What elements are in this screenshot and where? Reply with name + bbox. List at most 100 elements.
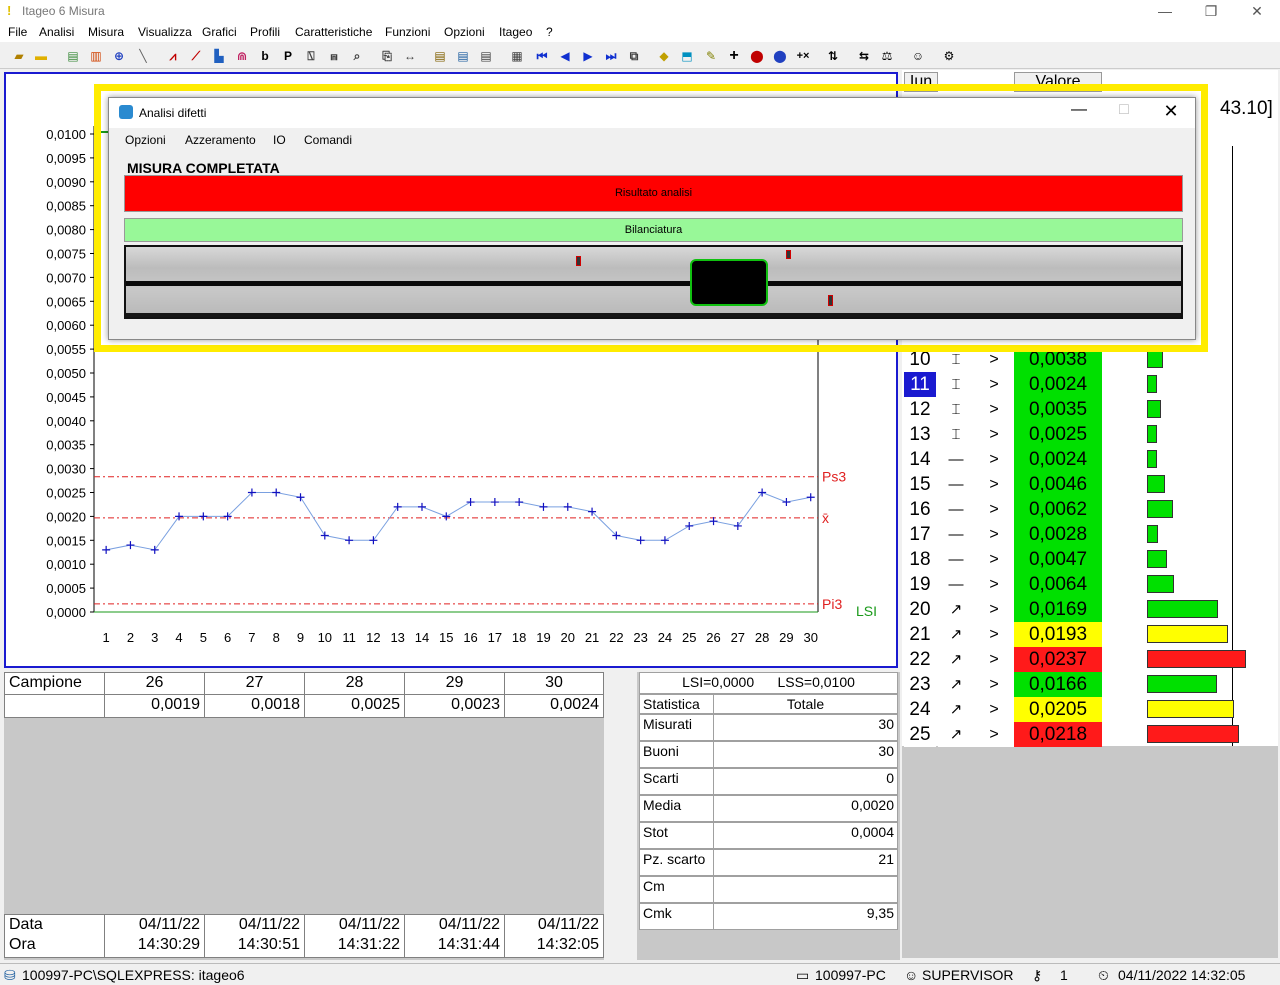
distribution-icon[interactable]: ⋒ (233, 47, 251, 65)
open-icon[interactable]: ▰ (10, 47, 28, 65)
resize-icon[interactable]: ↔ (401, 47, 419, 65)
row-index[interactable]: 18 (904, 547, 936, 572)
trend-icon[interactable]: ⩘ (164, 47, 182, 65)
folder-icon[interactable]: ▬ (32, 47, 50, 65)
copy-icon[interactable]: ⎘ (378, 47, 396, 65)
row-value[interactable]: 0,0237 (1014, 647, 1102, 672)
defect-scan-image[interactable] (124, 245, 1183, 319)
b-icon[interactable]: b (256, 47, 274, 65)
row-type-symbol[interactable]: ↗ (938, 722, 974, 747)
row-type-symbol[interactable]: — (938, 447, 974, 472)
window-icon[interactable]: ⧉ (625, 47, 643, 65)
row-comparison[interactable]: > (974, 472, 1014, 497)
line-icon[interactable]: ╲ (134, 47, 152, 65)
p-icon[interactable]: P (279, 47, 297, 65)
row-comparison[interactable]: > (974, 572, 1014, 597)
prev-icon[interactable]: ◀ (556, 47, 574, 65)
balance-icon[interactable]: ⚖ (878, 47, 896, 65)
first-icon[interactable]: ⏮ (533, 47, 551, 65)
row-index[interactable]: 20 (904, 597, 936, 622)
note2-icon[interactable]: ▤ (454, 47, 472, 65)
row-type-symbol[interactable]: ↗ (938, 697, 974, 722)
sample-value[interactable]: 0,0024 (504, 694, 604, 718)
export-icon[interactable]: ⬒ (678, 47, 696, 65)
next-icon[interactable]: ▶ (579, 47, 597, 65)
menu-grafici[interactable]: Grafici (202, 25, 237, 39)
row-type-symbol[interactable]: — (938, 572, 974, 597)
defect-marker[interactable] (828, 295, 833, 306)
row-comparison[interactable]: > (974, 622, 1014, 647)
row-comparison[interactable]: > (974, 397, 1014, 422)
row-index[interactable]: 24 (904, 697, 936, 722)
row-comparison[interactable]: > (974, 497, 1014, 522)
dialog-menu-io[interactable]: IO (273, 133, 286, 147)
dialog-menu-azzeramento[interactable]: Azzeramento (185, 133, 256, 147)
dialog-minimize-button[interactable]: — (1064, 101, 1094, 119)
row-type-symbol[interactable]: ⌶ (938, 422, 974, 447)
row-value[interactable]: 0,0169 (1014, 597, 1102, 622)
scale-icon[interactable]: ⇆ (855, 47, 873, 65)
row-value[interactable]: 0,0046 (1014, 472, 1102, 497)
row-type-symbol[interactable]: ↗ (938, 672, 974, 697)
row-index[interactable]: 21 (904, 622, 936, 647)
menu-funzioni[interactable]: Funzioni (385, 25, 430, 39)
row-index[interactable]: 13 (904, 422, 936, 447)
minimize-button[interactable]: — (1142, 0, 1188, 22)
row-value[interactable]: 0,0062 (1014, 497, 1102, 522)
row-value[interactable]: 0,0064 (1014, 572, 1102, 597)
last-icon[interactable]: ⏭ (602, 47, 620, 65)
row-value[interactable]: 0,0218 (1014, 722, 1102, 747)
row-index[interactable]: 12 (904, 397, 936, 422)
note3-icon[interactable]: ▤ (477, 47, 495, 65)
row-index[interactable]: 17 (904, 522, 936, 547)
chart4-icon[interactable]: ⩎ (325, 47, 343, 65)
row-index[interactable]: 25 (904, 722, 936, 747)
sample-value[interactable]: 0,0023 (404, 694, 505, 718)
row-index[interactable]: 14 (904, 447, 936, 472)
row-index[interactable]: 11 (904, 372, 936, 397)
row-index[interactable]: 16 (904, 497, 936, 522)
row-comparison[interactable]: > (974, 522, 1014, 547)
row-value[interactable]: 0,0024 (1014, 372, 1102, 397)
row-comparison[interactable]: > (974, 422, 1014, 447)
defect-marker-large[interactable] (690, 259, 768, 306)
histogram-icon[interactable]: ▙ (210, 47, 228, 65)
row-value[interactable]: 0,0035 (1014, 397, 1102, 422)
menu-opzioni[interactable]: Opzioni (444, 25, 485, 39)
row-value[interactable]: 0,0025 (1014, 422, 1102, 447)
row-comparison[interactable]: > (974, 547, 1014, 572)
row-type-symbol[interactable]: — (938, 497, 974, 522)
menu-file[interactable]: File (8, 25, 27, 39)
row-comparison[interactable]: > (974, 447, 1014, 472)
row-index[interactable]: 22 (904, 647, 936, 672)
row-index[interactable]: 15 (904, 472, 936, 497)
row-comparison[interactable]: > (974, 697, 1014, 722)
dialog-menu-opzioni[interactable]: Opzioni (125, 133, 166, 147)
row-index[interactable]: 23 (904, 672, 936, 697)
row-value[interactable]: 0,0028 (1014, 522, 1102, 547)
settings-icon[interactable]: ⚙ (940, 47, 958, 65)
chart5-icon[interactable]: ⌕ (348, 47, 366, 65)
row-comparison[interactable]: > (974, 372, 1014, 397)
sort-icon[interactable]: ⇅ (824, 47, 842, 65)
maximize-button[interactable]: ❐ (1188, 0, 1234, 22)
record-icon[interactable]: ⬤ (748, 47, 766, 65)
row-type-symbol[interactable]: — (938, 547, 974, 572)
bars-icon[interactable]: ▥ (87, 47, 105, 65)
menu-visualizza[interactable]: Visualizza (138, 25, 192, 39)
row-type-symbol[interactable]: — (938, 472, 974, 497)
menu-profili[interactable]: Profili (250, 25, 280, 39)
row-type-symbol[interactable]: — (938, 522, 974, 547)
sample-value[interactable]: 0,0018 (204, 694, 305, 718)
row-comparison[interactable]: > (974, 722, 1014, 747)
row-value[interactable]: 0,0047 (1014, 547, 1102, 572)
sample-value[interactable]: 0,0025 (304, 694, 405, 718)
defect-marker[interactable] (786, 250, 791, 259)
dialog-menu-comandi[interactable]: Comandi (304, 133, 352, 147)
row-type-symbol[interactable]: ⌶ (938, 372, 974, 397)
row-comparison[interactable]: > (974, 597, 1014, 622)
multiply-icon[interactable]: +× (794, 47, 812, 65)
close-button[interactable]: ✕ (1234, 0, 1280, 22)
calendar-icon[interactable]: ▦ (508, 47, 526, 65)
defect-marker[interactable] (576, 256, 581, 266)
